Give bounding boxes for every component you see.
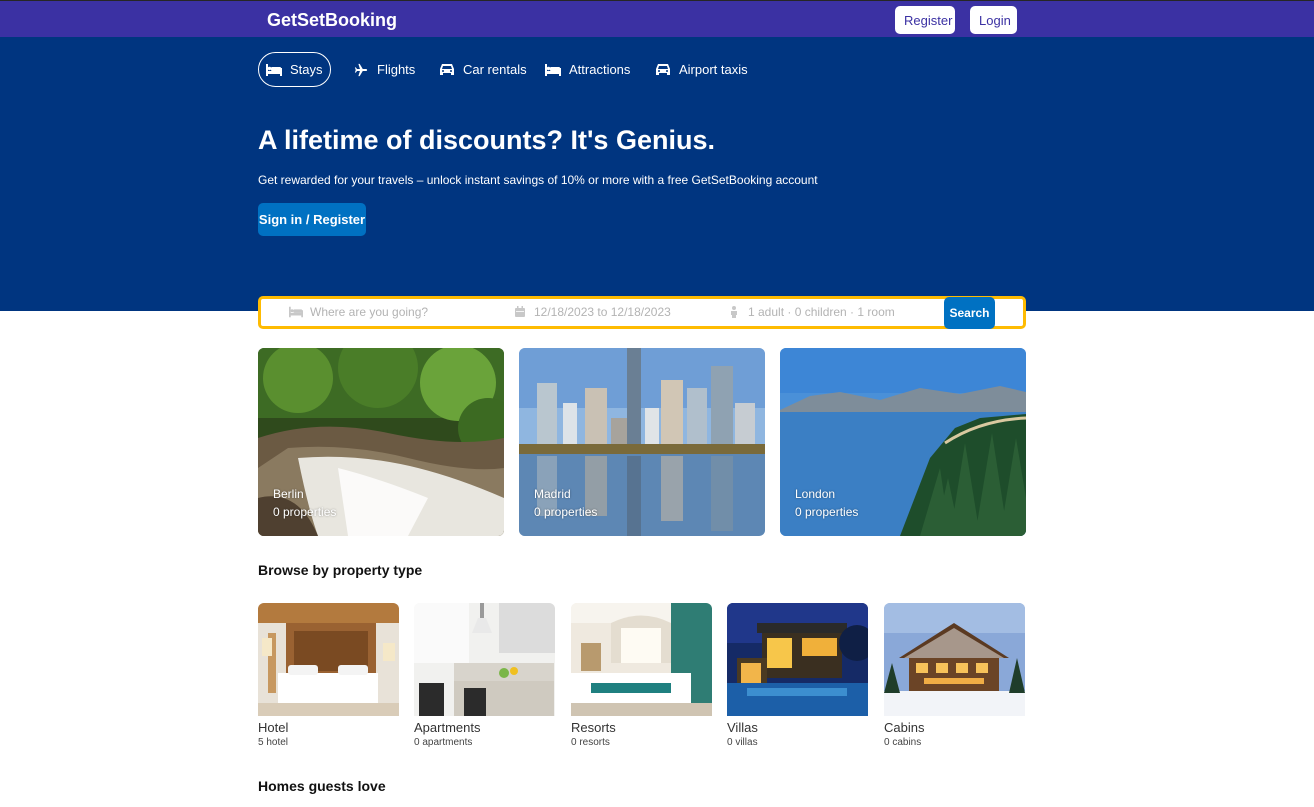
person-icon [731, 306, 737, 318]
plane-icon [354, 63, 368, 76]
resorts-image [571, 603, 712, 716]
property-type-card-villas[interactable]: Villas 0 villas [727, 603, 868, 748]
calendar-icon [515, 306, 525, 317]
nav-item-label: Attractions [569, 62, 631, 77]
hero-section: Stays Flights Car rentals Attractions Ai… [0, 37, 1314, 311]
login-button[interactable]: Login [970, 6, 1017, 34]
city-properties: 0 properties [273, 505, 337, 519]
featured-city-card[interactable]: London 0 properties [780, 348, 1026, 536]
hero-title: A lifetime of discounts? It's Genius. [258, 125, 715, 155]
property-type-name: Apartments [414, 720, 481, 735]
destination-field[interactable] [289, 305, 490, 319]
property-type-card-cabins[interactable]: Cabins 0 cabins [884, 603, 1025, 748]
city-name: Madrid [534, 487, 571, 501]
nav-item-flights[interactable]: Flights [346, 52, 422, 87]
section-title-homes-guests-love: Homes guests love [258, 778, 386, 794]
top-navbar: GetSetBooking Register Login [0, 0, 1314, 37]
bed-icon [545, 63, 561, 76]
destination-input[interactable] [310, 305, 490, 319]
property-type-card-resorts[interactable]: Resorts 0 resorts [571, 603, 712, 748]
city-name: Berlin [273, 487, 304, 501]
bed-icon [289, 306, 303, 318]
featured-city-card[interactable]: Madrid 0 properties [519, 348, 765, 536]
nav-item-attractions[interactable]: Attractions [538, 52, 637, 87]
nav-item-airport-taxis[interactable]: Airport taxis [648, 52, 755, 87]
hotel-image [258, 603, 399, 716]
logo[interactable]: GetSetBooking [267, 10, 397, 31]
property-type-count: 0 apartments [414, 737, 473, 748]
nav-item-label: Car rentals [463, 62, 527, 77]
cabins-image [884, 603, 1025, 716]
city-name: London [795, 487, 836, 501]
register-button[interactable]: Register [895, 6, 955, 34]
guests-field[interactable]: 1 adult · 0 children · 1 room [727, 305, 895, 319]
villas-image [727, 603, 868, 716]
apartments-image [414, 603, 555, 716]
city-properties: 0 properties [534, 505, 598, 519]
property-type-name: Resorts [571, 720, 616, 735]
nav-item-car-rentals[interactable]: Car rentals [432, 52, 534, 87]
property-type-name: Villas [727, 720, 758, 735]
date-range-text: 12/18/2023 to 12/18/2023 [534, 305, 671, 319]
search-bar: 12/18/2023 to 12/18/2023 1 adult · 0 chi… [258, 296, 1026, 329]
property-type-count: 5 hotel [258, 737, 289, 748]
search-button[interactable]: Search [944, 297, 995, 329]
date-range-field[interactable]: 12/18/2023 to 12/18/2023 [513, 305, 671, 319]
property-type-card-hotel[interactable]: Hotel 5 hotel [258, 603, 399, 748]
hero-subtitle: Get rewarded for your travels – unlock i… [258, 173, 818, 187]
bed-icon [266, 63, 282, 76]
car-icon [440, 63, 454, 75]
property-type-count: 0 cabins [884, 737, 922, 748]
section-title-property-type: Browse by property type [258, 562, 423, 578]
property-type-card-apartments[interactable]: Apartments 0 apartments [414, 603, 555, 748]
property-type-name: Cabins [884, 720, 925, 735]
nav-item-stays[interactable]: Stays [258, 52, 331, 87]
nav-item-label: Flights [377, 62, 416, 77]
property-type-name: Hotel [258, 720, 289, 735]
taxi-icon [656, 63, 670, 75]
featured-city-card[interactable]: Berlin 0 properties [258, 348, 504, 536]
nav-item-label: Airport taxis [679, 62, 748, 77]
property-type-count: 0 resorts [571, 737, 610, 748]
guests-text: 1 adult · 0 children · 1 room [748, 305, 895, 319]
city-properties: 0 properties [795, 505, 859, 519]
sign-in-register-button[interactable]: Sign in / Register [258, 203, 366, 236]
property-type-count: 0 villas [727, 737, 758, 748]
nav-item-label: Stays [290, 62, 323, 77]
